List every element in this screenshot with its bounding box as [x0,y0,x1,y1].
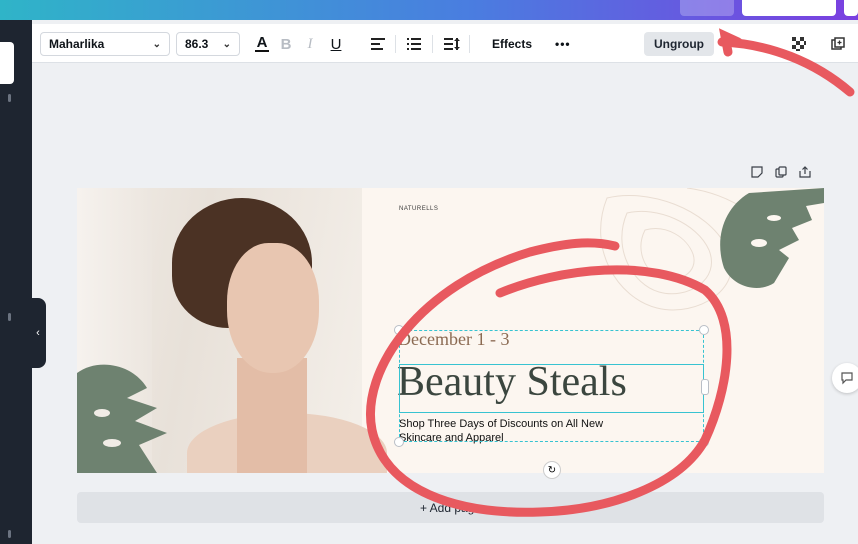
sidebar-item[interactable] [8,530,11,538]
header-menu-button[interactable] [844,0,858,16]
comment-bubble-icon [841,372,853,385]
toolbar-divider [432,35,433,53]
add-page-label: + Add page [419,500,482,515]
chevron-down-icon: ⌄ [222,38,231,50]
resize-handle-bottom-left[interactable] [394,437,404,447]
font-size-select[interactable]: 86.3 ⌄ [176,32,240,56]
bold-button[interactable]: B [276,32,296,56]
text-toolbar: Maharlika ⌄ 86.3 ⌄ A B I U Effects ••• U… [32,24,858,63]
model-neck [237,358,307,473]
more-options-button[interactable]: ••• [555,32,571,56]
align-left-icon [371,38,385,50]
font-family-select[interactable]: Maharlika ⌄ [40,32,170,56]
font-family-value: Maharlika [49,37,105,51]
rotate-icon[interactable]: ↻ [543,461,561,479]
left-sidebar [0,20,32,544]
list-button[interactable] [404,32,424,56]
top-header-bar [0,0,858,20]
comment-icon[interactable] [832,363,858,393]
resize-handle-right[interactable] [701,379,709,395]
toolbar-divider [469,35,470,53]
share-icon[interactable] [799,166,811,178]
ungroup-label: Ungroup [654,37,704,51]
resize-handle-top-right[interactable] [699,325,709,335]
note-icon[interactable] [751,166,763,178]
text-selection-box[interactable] [399,364,704,413]
resize-handle-bottom-right[interactable] [699,437,709,447]
add-page-button[interactable]: + Add page [77,492,824,523]
align-left-button[interactable] [368,32,388,56]
chevron-down-icon: ⌄ [152,38,161,50]
ungroup-button[interactable]: Ungroup [644,32,714,56]
resize-handle-top-left[interactable] [394,325,404,335]
text-color-button[interactable]: A [252,32,272,56]
model-face [227,243,319,373]
monstera-leaf-graphic [720,188,824,288]
copy-icon[interactable] [775,166,787,178]
duplicate-button[interactable] [828,32,848,56]
collapse-panel-button[interactable]: ‹ [30,298,46,368]
bold-icon: B [280,35,292,53]
underline-icon: U [330,35,342,53]
header-share-button[interactable] [742,0,836,16]
sidebar-item[interactable] [8,313,11,321]
list-icon [407,38,421,50]
line-spacing-icon [444,38,460,50]
duplicate-icon [831,37,845,50]
transparency-icon [792,37,806,51]
header-button[interactable] [680,0,734,16]
line-spacing-button[interactable] [442,32,462,56]
transparency-button[interactable] [789,32,809,56]
toolbar-divider [395,35,396,53]
italic-button[interactable]: I [300,32,320,56]
effects-label: Effects [492,37,533,51]
text-color-icon: A [256,34,268,51]
color-swatch [255,50,269,52]
sidebar-item[interactable] [8,94,11,102]
italic-icon: I [307,35,313,52]
more-options-icon: ••• [555,37,571,51]
page-actions [751,166,811,178]
monstera-leaf-graphic-left [77,364,167,473]
effects-button[interactable]: Effects [492,32,532,56]
sidebar-active-tab[interactable] [0,42,14,84]
underline-button[interactable]: U [326,32,346,56]
brand-name: NATURELLS [399,206,439,212]
font-size-value: 86.3 [185,37,209,51]
